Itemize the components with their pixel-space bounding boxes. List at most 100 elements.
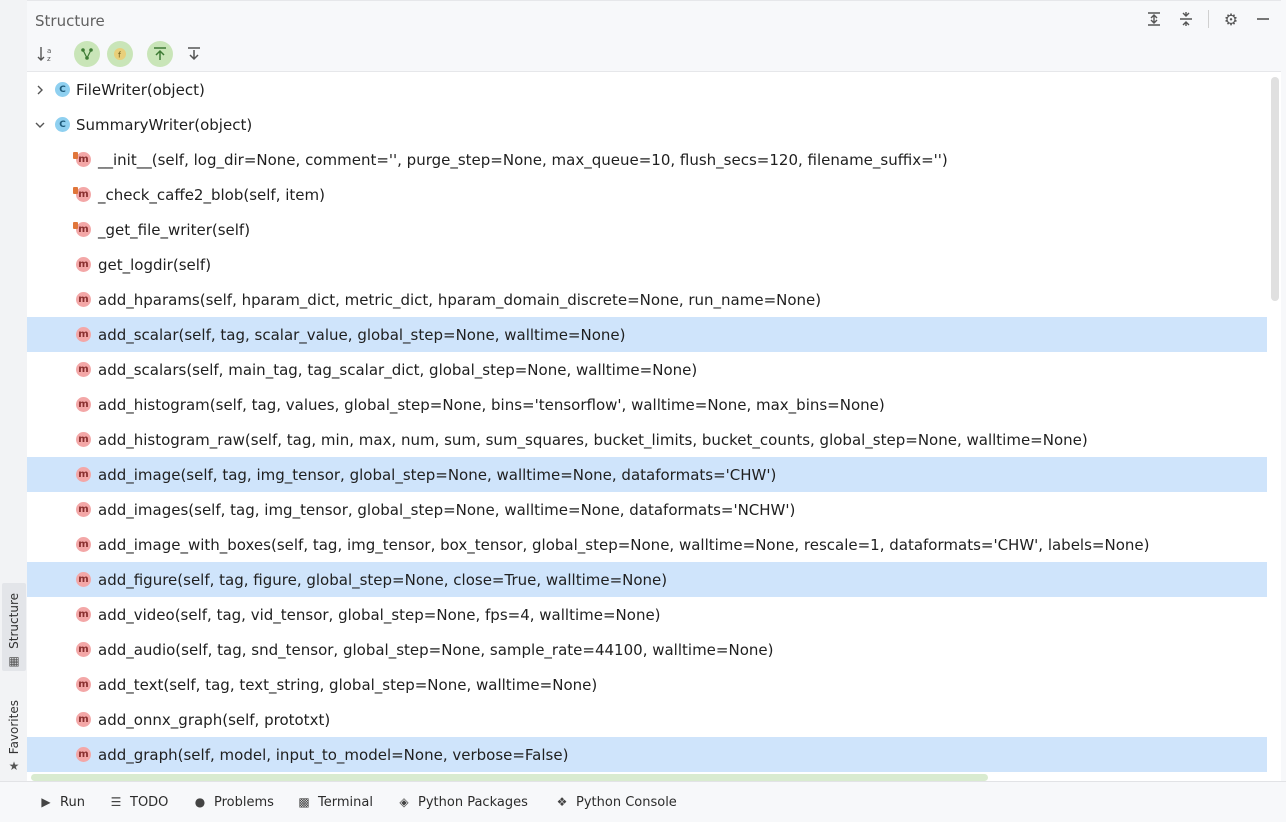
method-icon: m (76, 362, 91, 377)
structure-panel: Structure ⚙ az f C FileWriter(object) C … (27, 0, 1281, 782)
structure-tree: C FileWriter(object) C SummaryWriter(obj… (27, 72, 1267, 776)
tree-row-label: add_scalar(self, tag, scalar_value, glob… (98, 325, 626, 344)
tree-row-label: _check_caffe2_blob(self, item) (98, 185, 325, 204)
method-icon: m (76, 257, 91, 272)
tree-row-method[interactable]: m add_onnx_graph(self, prototxt) (27, 702, 1267, 737)
method-icon: m (76, 677, 91, 692)
side-tab-favorites[interactable]: Favorites ★ (2, 690, 26, 776)
tree-row-method[interactable]: m add_histogram(self, tag, values, global… (27, 387, 1267, 422)
chevron-down-icon[interactable] (34, 119, 46, 131)
tree-row-method[interactable]: m get_logdir(self) (27, 247, 1267, 282)
expand-all-icon[interactable] (1142, 7, 1166, 31)
sort-alphabetically-icon[interactable]: az (33, 41, 59, 67)
show-fields-icon[interactable]: f (107, 41, 133, 67)
tree-row-class[interactable]: C SummaryWriter(object) (27, 107, 1267, 142)
python-icon: ❖ (556, 795, 568, 809)
method-list: m __init__(self, log_dir=None, comment=''… (27, 142, 1267, 772)
method-icon: m (76, 292, 91, 307)
method-icon: m (76, 537, 91, 552)
method-icon: m (76, 152, 91, 167)
show-inherited-icon[interactable] (74, 41, 100, 67)
tree-row-method[interactable]: m add_scalar(self, tag, scalar_value, glo… (27, 317, 1267, 352)
method-icon: m (76, 187, 91, 202)
tree-row-label: add_text(self, tag, text_string, global_… (98, 675, 598, 694)
minimize-icon[interactable] (1251, 7, 1275, 31)
bottom-tab-label: Terminal (318, 794, 373, 810)
method-icon: m (76, 432, 91, 447)
tree-row-class[interactable]: C FileWriter(object) (27, 72, 1267, 107)
tree-row-method[interactable]: m add_figure(self, tag, figure, global_st… (27, 562, 1267, 597)
navigate-down-icon[interactable] (181, 41, 207, 67)
side-tab-structure-label: Structure (7, 593, 21, 649)
tree-row-method[interactable]: m add_image(self, tag, img_tensor, global… (27, 457, 1267, 492)
tree-row-label: add_figure(self, tag, figure, global_ste… (98, 570, 668, 589)
bottom-tab-label: Run (60, 794, 85, 810)
horizontal-scrollbar[interactable] (31, 774, 988, 781)
method-icon: m (76, 747, 91, 762)
tree-row-method[interactable]: m _check_caffe2_blob(self, item) (27, 177, 1267, 212)
bottom-tab-run[interactable]: ▶ Run (38, 782, 85, 822)
tree-row-label: add_audio(self, tag, snd_tensor, global_… (98, 640, 774, 659)
tree-row-method[interactable]: m __init__(self, log_dir=None, comment=''… (27, 142, 1267, 177)
vertical-scrollbar[interactable] (1271, 77, 1279, 301)
terminal-icon: ▩ (298, 795, 310, 809)
method-icon: m (76, 642, 91, 657)
method-icon: m (76, 467, 91, 482)
bottom-tab-label: Python Console (576, 794, 677, 810)
tree-row-label: _get_file_writer(self) (98, 220, 251, 239)
tree-row-method[interactable]: m _get_file_writer(self) (27, 212, 1267, 247)
tree-row-method[interactable]: m add_hparams(self, hparam_dict, metric_d… (27, 282, 1267, 317)
bottom-tab-python-packages[interactable]: ◈ Python Packages (396, 782, 528, 822)
tree-row-label: add_image(self, tag, img_tensor, global_… (98, 465, 777, 484)
bottom-tab-label: TODO (130, 794, 169, 810)
list-icon: ☰ (110, 795, 122, 809)
method-icon: m (76, 712, 91, 727)
class-icon: C (55, 117, 70, 132)
tree-row-label: add_histogram(self, tag, values, global_… (98, 395, 885, 414)
tree-row-label: add_hparams(self, hparam_dict, metric_di… (98, 290, 822, 309)
tree-row-method[interactable]: m add_images(self, tag, img_tensor, globa… (27, 492, 1267, 527)
tree-row-label: add_onnx_graph(self, prototxt) (98, 710, 331, 729)
panel-header: Structure ⚙ (27, 1, 1281, 37)
tree-row-label: FileWriter(object) (76, 80, 205, 99)
tree-row-label: get_logdir(self) (98, 255, 212, 274)
side-tab-structure[interactable]: Structure ▦ (2, 583, 26, 671)
method-icon: m (76, 502, 91, 517)
tree-row-label: SummaryWriter(object) (76, 115, 253, 134)
structure-icon: ▦ (8, 654, 20, 668)
tree-row-method[interactable]: m add_audio(self, tag, snd_tensor, global… (27, 632, 1267, 667)
star-icon: ★ (8, 759, 20, 773)
tree-row-method[interactable]: m add_image_with_boxes(self, tag, img_ten… (27, 527, 1267, 562)
chevron-right-icon[interactable] (34, 84, 46, 96)
gear-icon[interactable]: ⚙ (1219, 7, 1243, 31)
panel-title: Structure (35, 12, 105, 30)
method-icon: m (76, 607, 91, 622)
tree-row-method[interactable]: m add_graph(self, model, input_to_model=N… (27, 737, 1267, 772)
bottom-tab-terminal[interactable]: ▩ Terminal (296, 782, 373, 822)
collapse-all-icon[interactable] (1174, 7, 1198, 31)
lock-icon (73, 187, 78, 194)
tree-row-method[interactable]: m add_scalars(self, main_tag, tag_scalar_… (27, 352, 1267, 387)
tree-row-label: add_images(self, tag, img_tensor, global… (98, 500, 796, 519)
navigate-up-icon[interactable] (147, 41, 173, 67)
play-icon: ▶ (41, 795, 51, 809)
tree-row-method[interactable]: m add_histogram_raw(self, tag, min, max, … (27, 422, 1267, 457)
alert-icon: ● (194, 795, 206, 809)
tree-row-label: add_video(self, tag, vid_tensor, global_… (98, 605, 661, 624)
method-icon: m (76, 572, 91, 587)
tree-row-label: add_image_with_boxes(self, tag, img_tens… (98, 535, 1150, 554)
svg-text:a: a (47, 47, 51, 55)
lock-icon (73, 152, 78, 159)
lock-icon (73, 222, 78, 229)
tree-row-label: add_histogram_raw(self, tag, min, max, n… (98, 430, 1088, 449)
bottom-tool-bar: ▶ Run ☰ TODO ● Problems ▩ Terminal ◈ Pyt… (0, 781, 1286, 822)
bottom-tab-label: Python Packages (418, 794, 528, 810)
svg-text:z: z (47, 55, 51, 62)
header-actions: ⚙ (1142, 7, 1275, 31)
svg-text:f: f (118, 51, 121, 60)
tree-row-method[interactable]: m add_text(self, tag, text_string, global… (27, 667, 1267, 702)
bottom-tab-python-console[interactable]: ❖ Python Console (554, 782, 677, 822)
tree-row-method[interactable]: m add_video(self, tag, vid_tensor, global… (27, 597, 1267, 632)
bottom-tab-problems[interactable]: ● Problems (192, 782, 274, 822)
bottom-tab-todo[interactable]: ☰ TODO (108, 782, 169, 822)
